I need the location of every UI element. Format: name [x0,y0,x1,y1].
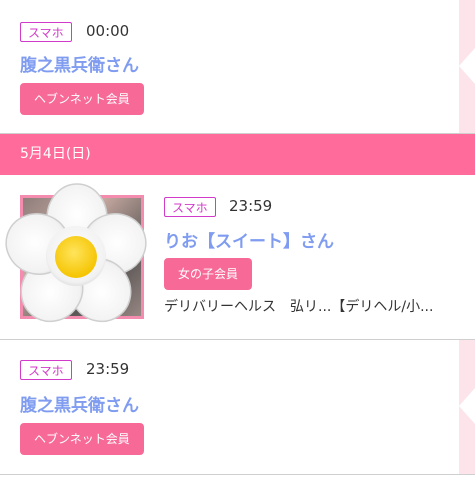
history-entry: スマホ 00:00 腹之黒兵衛さん ヘブンネット会員 [0,0,475,134]
member-type-button[interactable]: 女の子会員 [164,258,253,290]
member-type-button[interactable]: ヘブンネット会員 [20,423,144,455]
device-tag: スマホ [20,360,72,380]
shop-name-link[interactable]: デリバリーヘルス 弘リ...【デリヘル/小... [164,296,433,316]
visit-time: 23:59 [86,360,130,378]
white-daisy-flower-icon [5,183,147,323]
visitor-name-link[interactable]: 腹之黒兵衛さん [20,391,139,416]
device-tag: スマホ [20,22,72,42]
side-notch [459,388,475,424]
history-entry: スマホ 23:59 腹之黒兵衛さん ヘブンネット会員 [0,340,475,475]
visitor-name-link[interactable]: 腹之黒兵衛さん [20,51,139,76]
date-header: 5月4日(日) [0,134,475,175]
side-decoration [459,340,475,474]
device-tag: スマホ [164,197,216,217]
side-notch [459,48,475,84]
visit-time: 23:59 [229,197,273,215]
visitor-name-link[interactable]: りお【スイート】さん [164,227,334,252]
side-decoration [459,0,475,133]
member-type-button[interactable]: ヘブンネット会員 [20,83,144,115]
visit-time: 00:00 [86,22,130,40]
